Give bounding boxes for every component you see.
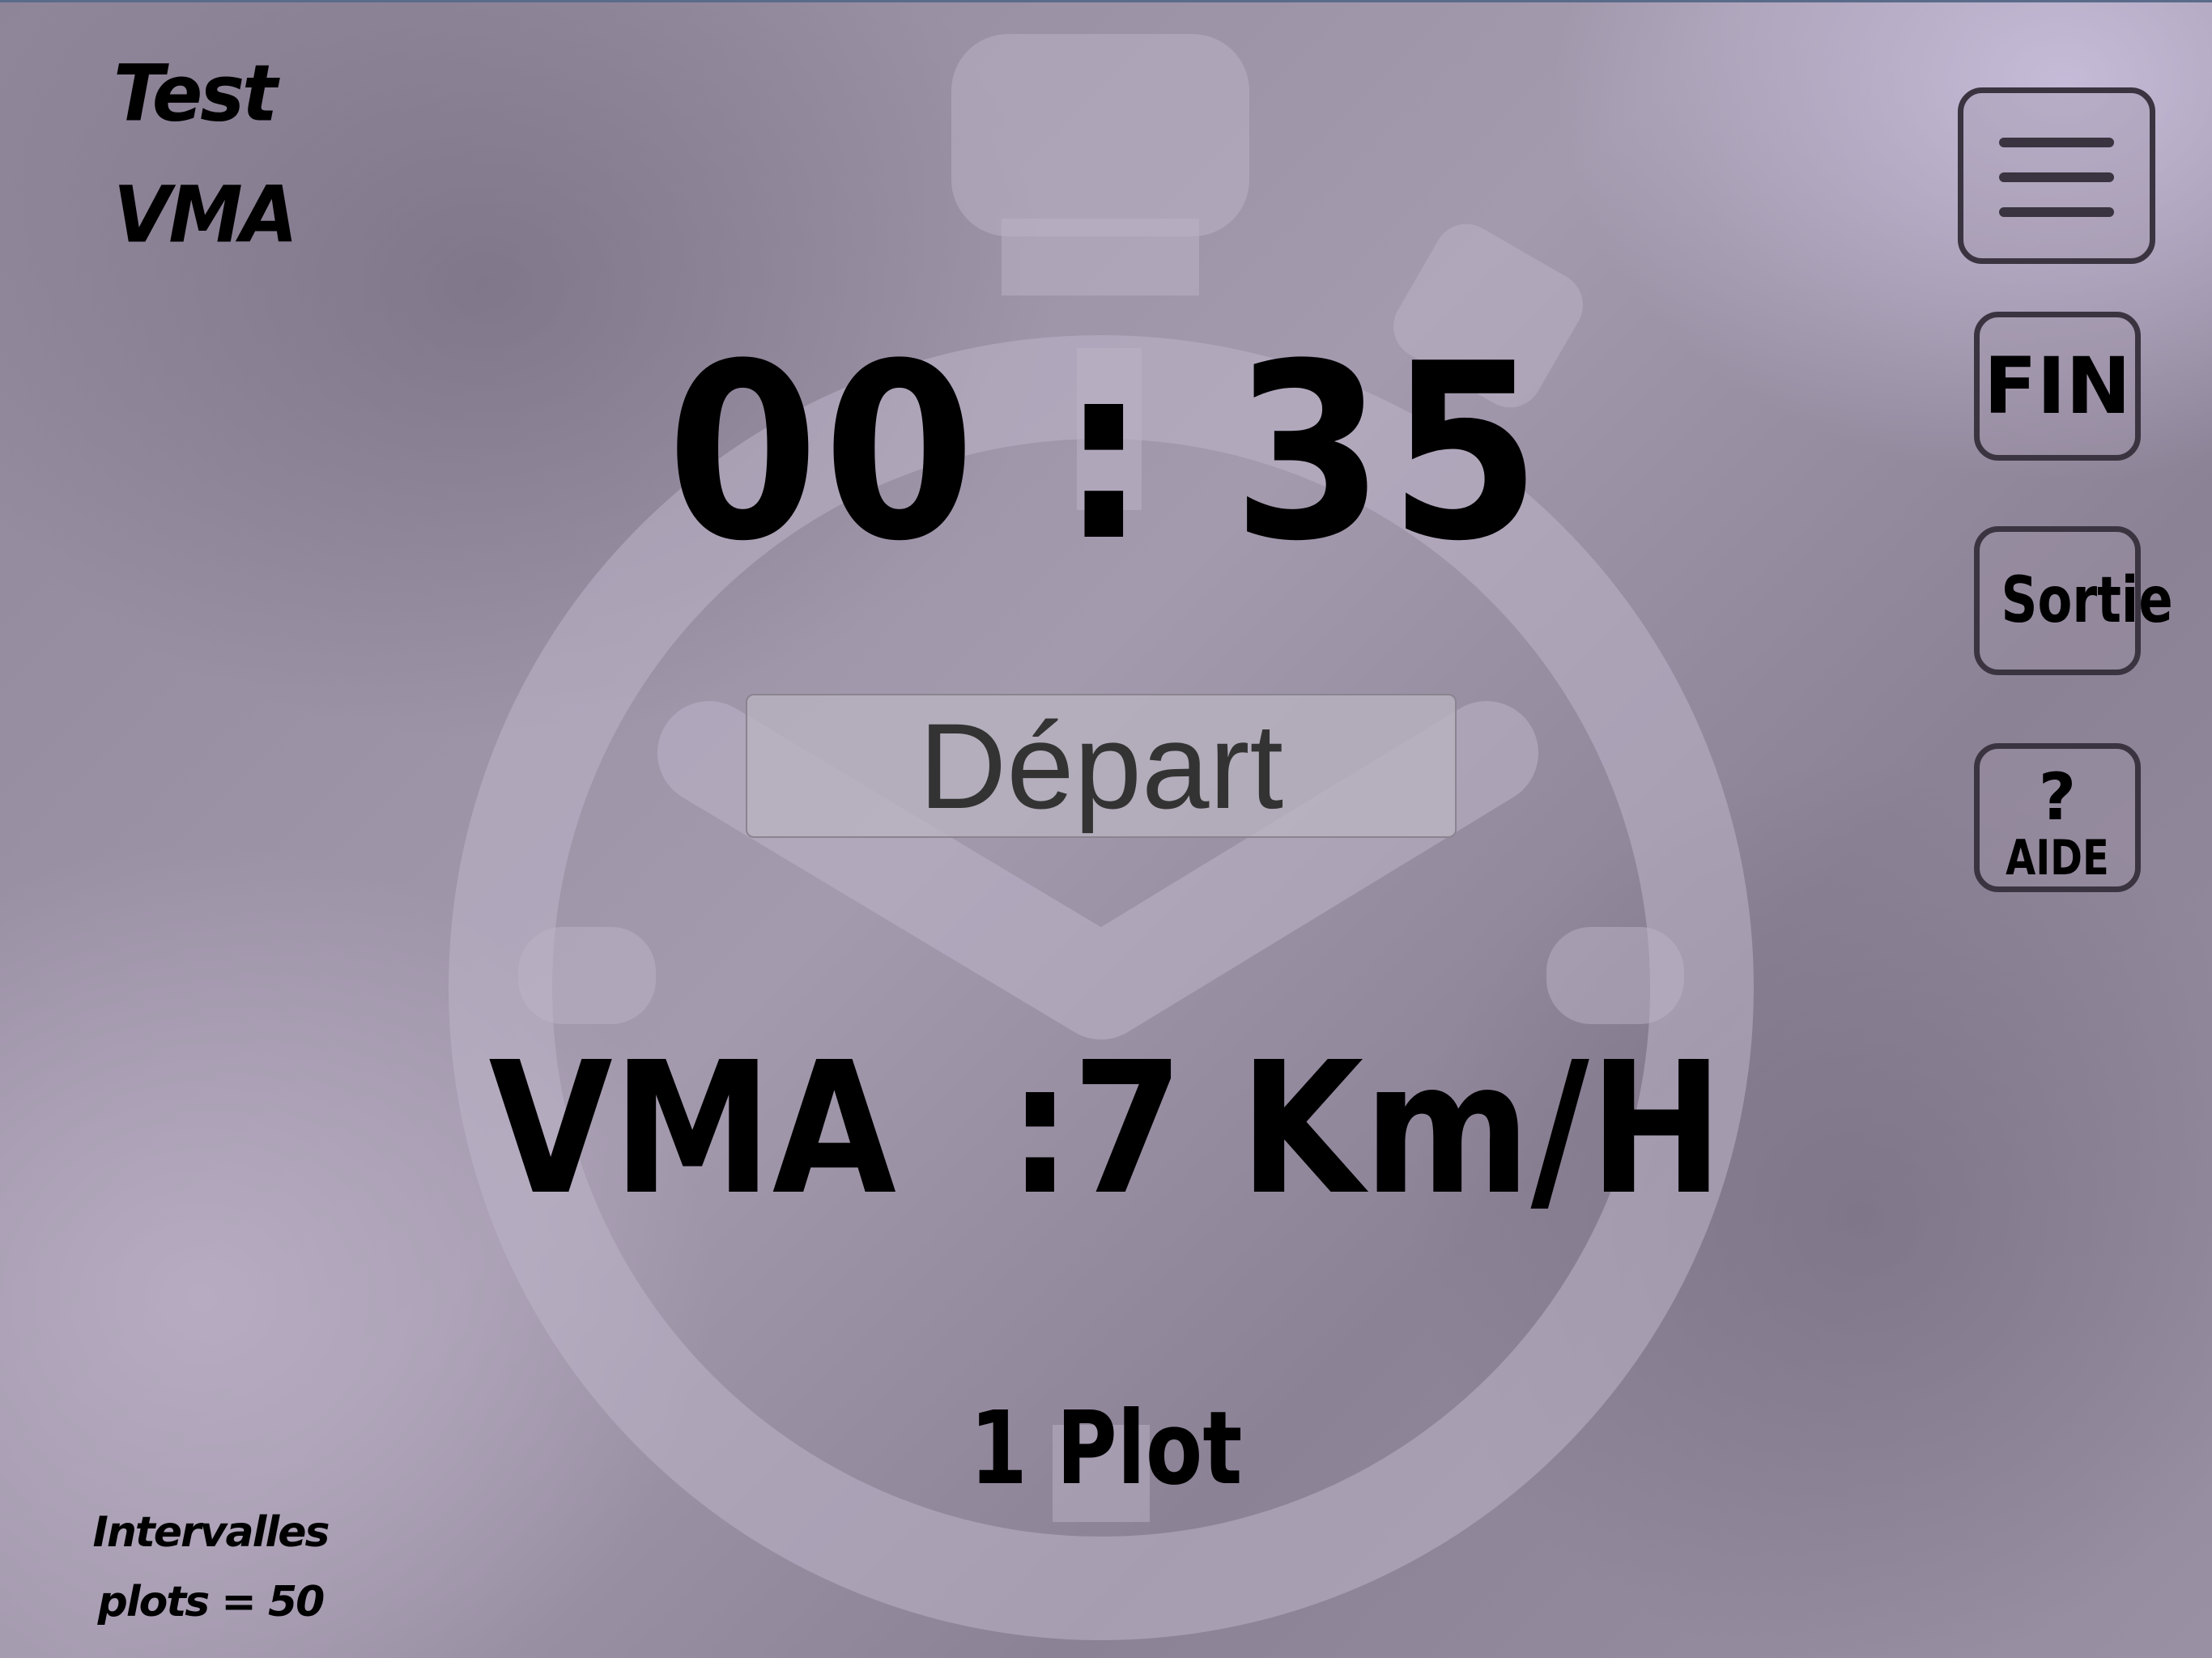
title-vma: VMA: [113, 169, 298, 261]
help-label: AIDE: [2006, 830, 2109, 886]
help-button[interactable]: ? AIDE: [1974, 743, 2141, 892]
start-button[interactable]: Départ: [746, 694, 1457, 838]
fin-button[interactable]: FIN: [1974, 312, 2141, 461]
title-test: Test: [113, 48, 278, 139]
timer-display: 00 : 35: [666, 312, 1546, 594]
plot-count: 1 Plot: [969, 1390, 1243, 1507]
vma-speed-display: VMA :7 Km/H: [488, 1023, 1724, 1235]
menu-button[interactable]: [1958, 87, 2155, 264]
footnote-line2: plots = 50 m: [97, 1578, 325, 1658]
sortie-button[interactable]: Sortie: [1974, 526, 2173, 675]
interval-footnote: Intervalles plots = 50 m: [81, 1498, 340, 1658]
sortie-label: Sortie: [2001, 564, 2173, 637]
footnote-line1: Intervalles: [92, 1508, 330, 1557]
question-mark-icon: ?: [2038, 759, 2077, 835]
